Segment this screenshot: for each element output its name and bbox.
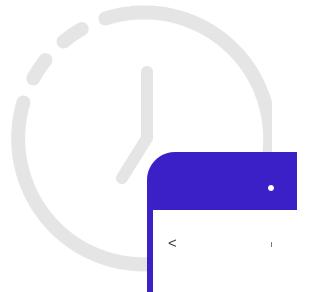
chevron-left-icon: < (168, 235, 177, 252)
clock-ring-dashed (12, 6, 139, 131)
phone-illustration: < (147, 152, 297, 292)
phone-screen: < (153, 210, 297, 292)
onboarding-illustration: < (0, 0, 297, 292)
back-button[interactable]: < (168, 236, 177, 251)
screen-indicator (271, 242, 272, 247)
phone-camera-dot (268, 185, 274, 191)
clock-hour-hand (116, 132, 153, 184)
